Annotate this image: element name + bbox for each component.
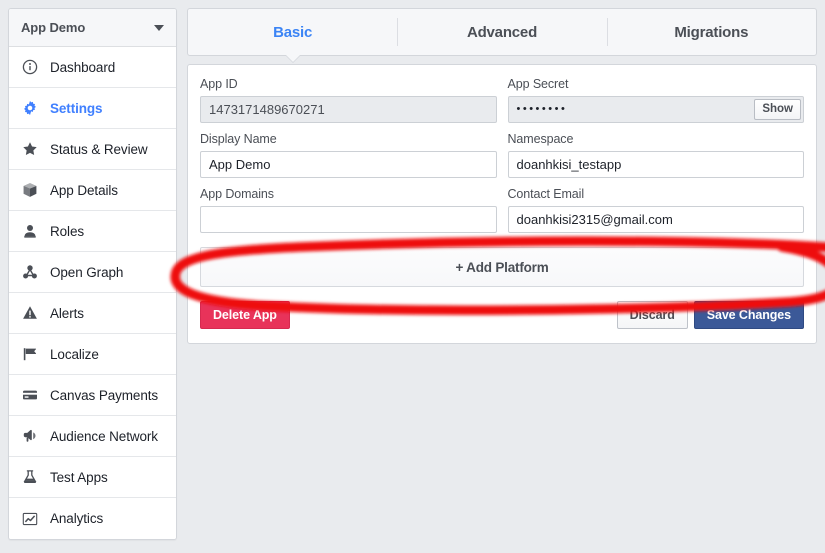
sidebar-item-canvas-payments[interactable]: Canvas Payments [9,375,176,416]
app-id-value: 1473171489670271 [209,102,325,117]
star-icon [21,140,39,158]
sidebar-item-app-details[interactable]: App Details [9,170,176,211]
sidebar-item-label: Audience Network [50,428,158,444]
main-content: Basic Advanced Migrations App ID 1473171… [187,8,817,345]
form-row-names: Display Name App Demo Namespace doanhkis… [200,132,804,187]
sidebar-item-label: Settings [50,100,103,116]
add-platform-button[interactable]: + Add Platform [200,247,804,287]
sidebar-item-label: Open Graph [50,264,124,280]
tab-label: Migrations [674,23,749,41]
contact-email-input[interactable]: doanhkisi2315@gmail.com [507,206,804,233]
tab-basic[interactable]: Basic [188,9,397,62]
save-changes-button[interactable]: Save Changes [693,301,804,330]
display-name-input[interactable]: App Demo [200,151,497,178]
app-secret-value: •••••••• [516,103,568,115]
sidebar-item-label: Analytics [50,511,104,526]
app-domains-label: App Domains [200,187,274,201]
add-platform-label: + Add Platform [455,259,549,275]
app-id-label: App ID [200,77,238,91]
tab-advanced[interactable]: Advanced [397,9,606,55]
flag-icon [21,345,39,363]
tab-label: Advanced [466,23,538,41]
app-id-input[interactable]: 1473171489670271 [200,96,497,123]
form-row-contact: App Domains Contact Email doanhkisi2315@… [200,187,804,242]
tab-label: Basic [273,23,313,41]
app-secret-label: App Secret [507,77,569,91]
discard-button[interactable]: Discard [616,301,688,330]
panel-actions: Delete App Discard Save Changes [200,301,804,330]
sidebar-item-open-graph[interactable]: Open Graph [9,252,176,293]
field-namespace: Namespace doanhkisi_testapp [507,132,804,178]
contact-email-value: doanhkisi2315@gmail.com [516,212,673,227]
person-icon [21,222,39,240]
sidebar-item-label: Canvas Payments [50,387,159,403]
field-app-domains: App Domains [200,187,497,233]
sidebar-item-status-review[interactable]: Status & Review [9,129,176,170]
sidebar-item-label: Status & Review [50,141,148,157]
namespace-value: doanhkisi_testapp [516,157,622,172]
graph-nodes-icon [21,263,39,281]
namespace-input[interactable]: doanhkisi_testapp [507,151,804,178]
info-circle-icon [21,58,39,76]
chevron-down-icon [154,24,164,31]
sidebar-item-localize[interactable]: Localize [9,334,176,375]
app-root: App Demo Dashboard Settings Status & Rev… [0,0,825,553]
line-chart-icon [21,510,39,528]
sidebar-item-test-apps[interactable]: Test Apps [9,457,176,498]
sidebar-item-audience-network[interactable]: Audience Network [9,416,176,457]
sidebar-item-settings[interactable]: Settings [9,88,176,129]
flask-icon [21,468,39,486]
sidebar-item-label: Localize [50,346,99,362]
credit-card-icon [21,386,39,404]
sidebar-item-label: Alerts [50,305,84,321]
box-icon [21,181,39,199]
tab-migrations[interactable]: Migrations [606,9,816,55]
sidebar-app-selector[interactable]: App Demo [9,9,176,47]
sidebar-item-alerts[interactable]: Alerts [9,293,176,334]
active-tab-caret-icon [285,55,300,62]
app-secret-input[interactable]: •••••••• Show [507,96,804,123]
sidebar-item-dashboard[interactable]: Dashboard [9,47,176,88]
sidebar-item-label: Test Apps [50,469,108,485]
display-name-value: App Demo [209,157,271,172]
megaphone-icon [21,427,39,445]
gear-icon [21,99,39,117]
sidebar-item-label: Roles [50,223,85,239]
sidebar-item-analytics[interactable]: Analytics [9,498,176,539]
sidebar-item-label: Dashboard [50,59,116,75]
field-display-name: Display Name App Demo [200,132,497,178]
form-row-ids: App ID 1473171489670271 App Secret •••••… [200,77,804,132]
sidebar-item-roles[interactable]: Roles [9,211,176,252]
namespace-label: Namespace [507,132,574,146]
field-app-secret: App Secret •••••••• Show [507,77,804,123]
delete-app-button[interactable]: Delete App [200,301,290,330]
warning-triangle-icon [21,304,39,322]
sidebar-app-name: App Demo [21,20,86,35]
field-contact-email: Contact Email doanhkisi2315@gmail.com [507,187,804,233]
contact-email-label: Contact Email [507,187,585,201]
settings-tabbar: Basic Advanced Migrations [187,8,817,62]
sidebar-item-label: App Details [50,182,118,198]
basic-settings-panel: App ID 1473171489670271 App Secret •••••… [187,64,817,345]
field-app-id: App ID 1473171489670271 [200,77,497,123]
show-secret-button[interactable]: Show [754,99,801,120]
app-domains-input[interactable] [200,206,497,233]
sidebar: App Demo Dashboard Settings Status & Rev… [8,8,177,540]
display-name-label: Display Name [200,132,277,146]
